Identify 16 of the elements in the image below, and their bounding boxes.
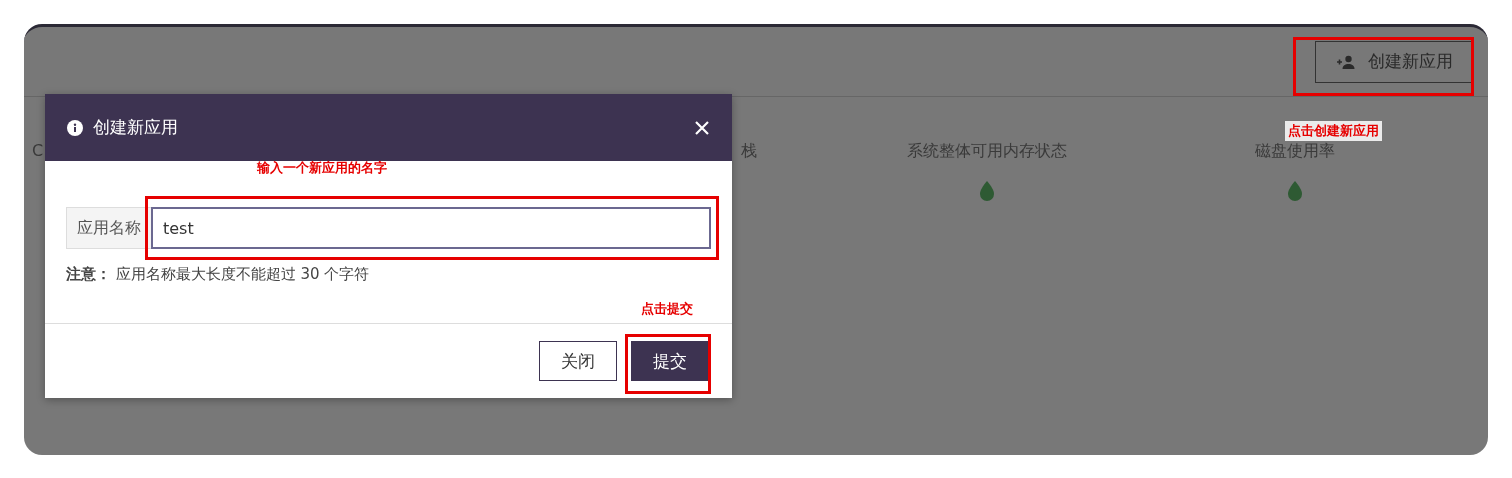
close-button[interactable]: 关闭 [539, 341, 617, 381]
metric-title: 系统整体可用内存状态 [907, 141, 1067, 162]
dialog-title: 创建新应用 [93, 116, 179, 139]
annotation-text: 输入一个新应用的名字 [257, 159, 387, 177]
annotation-text: 点击创建新应用 [1285, 121, 1382, 141]
field-label: 应用名称 [66, 207, 151, 249]
app-name-field[interactable]: test [151, 207, 711, 249]
metric-title: 磁盘使用率 [1254, 141, 1335, 162]
close-icon[interactable] [694, 119, 710, 136]
add-user-icon [1336, 54, 1356, 69]
submit-button[interactable]: 提交 [631, 341, 709, 381]
metric-title: 栈 [741, 141, 757, 162]
annotation-text: 点击提交 [641, 300, 693, 318]
note-text: 注意： 应用名称最大长度不能超过 30 个字符 [66, 265, 371, 284]
info-icon [67, 119, 83, 136]
metric-title: C [32, 141, 44, 160]
